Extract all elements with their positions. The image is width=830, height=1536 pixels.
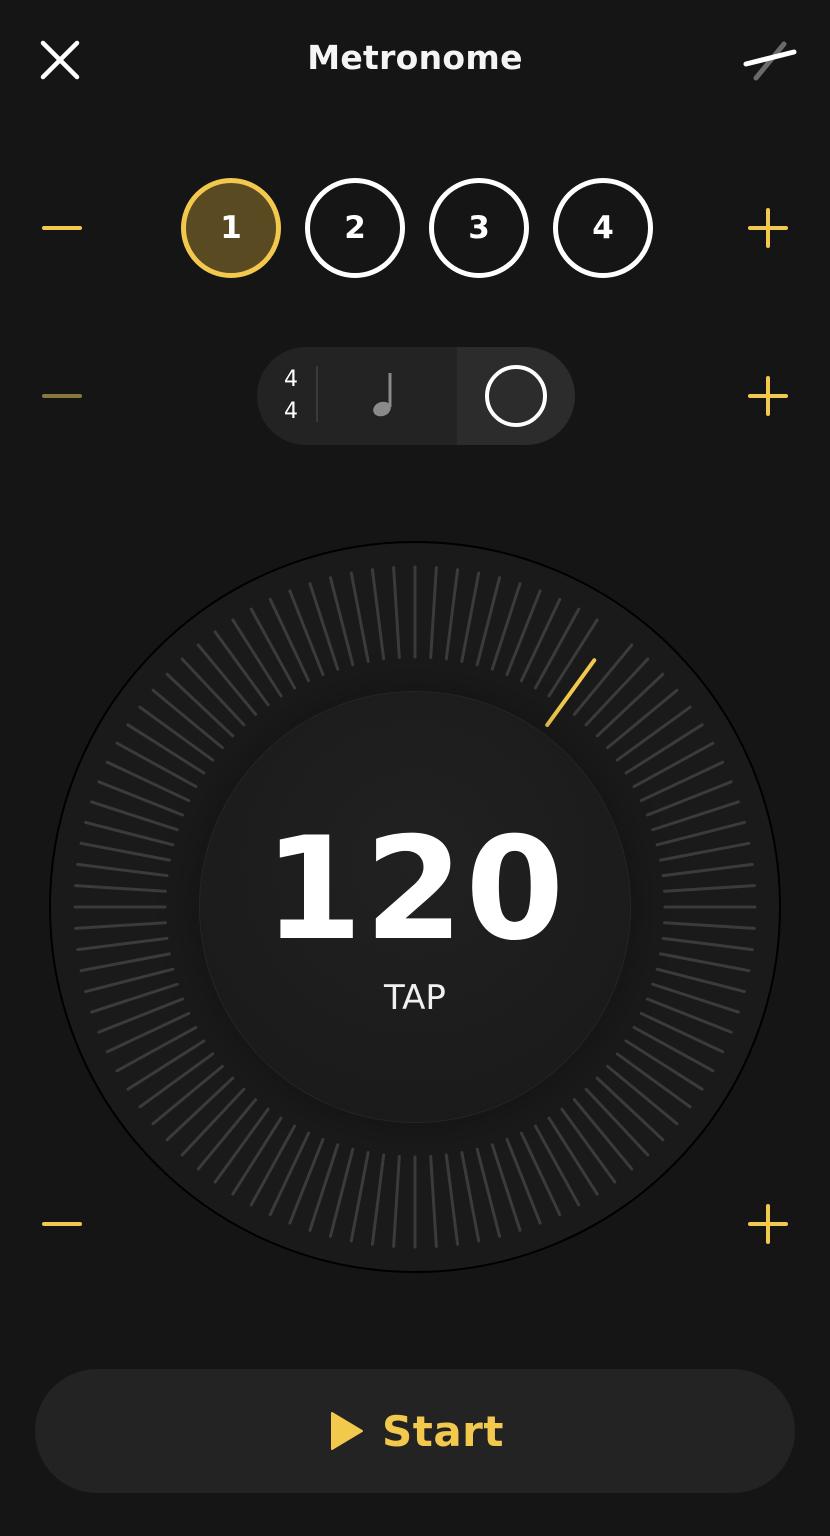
- beat-3[interactable]: 3: [429, 178, 529, 278]
- quarter-note-icon: [373, 373, 392, 417]
- time-signature-decrease-button[interactable]: [32, 366, 92, 426]
- plus-icon: [748, 208, 788, 248]
- slash-edit-icon: [743, 41, 797, 81]
- remove-beat-button[interactable]: [32, 198, 92, 258]
- beat-4[interactable]: 4: [553, 178, 653, 278]
- add-beat-button[interactable]: [738, 198, 798, 258]
- note-value-option[interactable]: [319, 347, 457, 445]
- start-button[interactable]: Start: [35, 1369, 795, 1493]
- tempo-decrease-button[interactable]: [32, 1194, 92, 1254]
- minus-icon: [42, 1222, 82, 1226]
- time-signature-increase-button[interactable]: [738, 366, 798, 426]
- edit-button[interactable]: [740, 34, 800, 88]
- tap-label: TAP: [384, 978, 446, 1018]
- minus-icon: [42, 394, 82, 398]
- play-icon: [331, 1412, 364, 1450]
- tempo-increase-button[interactable]: [738, 1194, 798, 1254]
- pill-divider: [316, 366, 318, 422]
- page-title: Metronome: [307, 38, 523, 77]
- bpm-value: 120: [263, 807, 567, 972]
- plus-icon: [748, 1204, 788, 1244]
- beat-selector: 1 2 3 4: [178, 178, 654, 278]
- metronome-screen: Metronome 1 2 3 4 4 4 120 TAP Start: [0, 0, 830, 1536]
- plus-icon: [748, 376, 788, 416]
- beat-1[interactable]: 1: [181, 178, 281, 278]
- accent-option[interactable]: [457, 347, 575, 445]
- beat-2[interactable]: 2: [305, 178, 405, 278]
- time-signature-denominator: 4: [284, 399, 298, 424]
- minus-icon: [42, 226, 82, 230]
- circle-icon: [485, 365, 547, 427]
- start-label: Start: [382, 1406, 504, 1456]
- time-signature-fraction[interactable]: 4 4: [257, 347, 319, 445]
- time-signature-pill: 4 4: [257, 347, 575, 445]
- time-signature-numerator: 4: [284, 367, 298, 392]
- header: Metronome: [0, 0, 830, 120]
